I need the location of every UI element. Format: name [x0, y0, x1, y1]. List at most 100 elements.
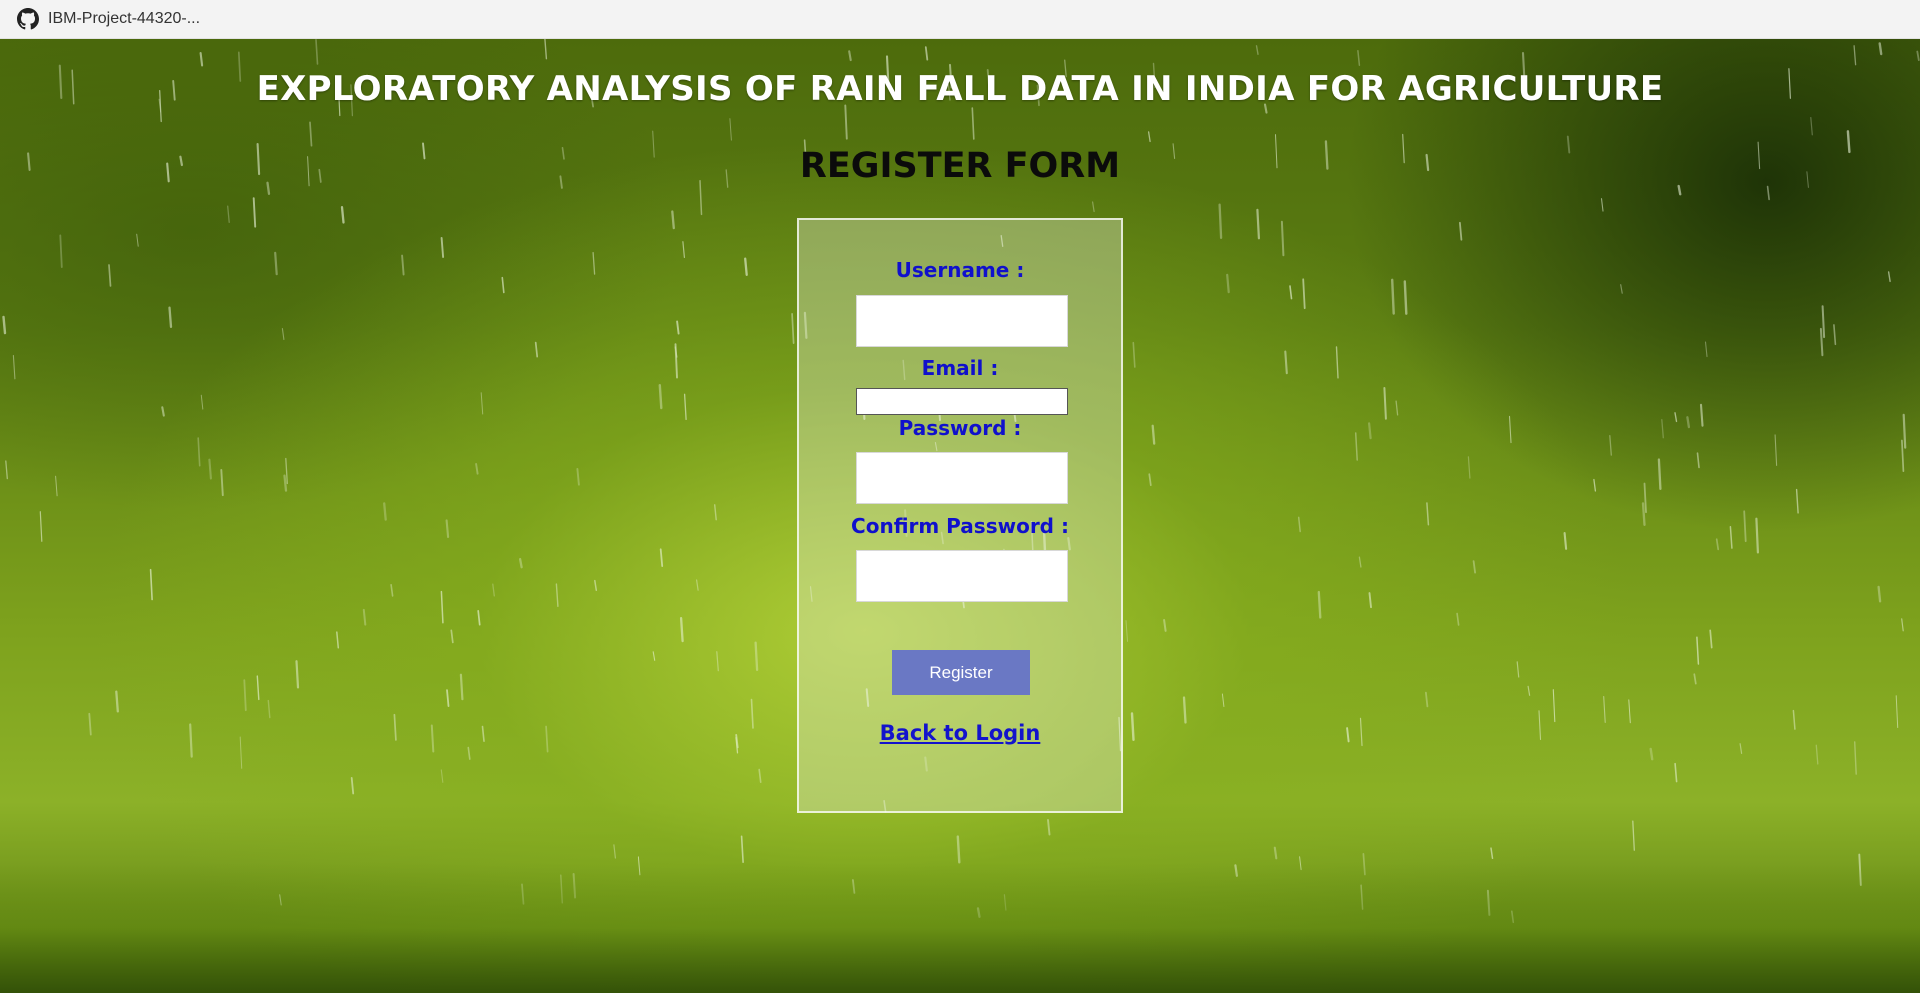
raindrop — [401, 254, 405, 276]
raindrop — [1657, 458, 1662, 490]
rain-background: EXPLORATORY ANALYSIS OF RAIN FALL DATA I… — [0, 39, 1920, 993]
raindrop — [971, 107, 975, 140]
raindrop — [1729, 525, 1733, 549]
raindrop — [1766, 185, 1770, 201]
raindrop — [1739, 743, 1743, 755]
confirm-password-input[interactable] — [856, 550, 1068, 602]
raindrop — [430, 724, 435, 753]
back-to-login-link[interactable]: Back to Login — [799, 721, 1121, 745]
raindrop — [1151, 424, 1156, 445]
raindrop — [1853, 45, 1857, 66]
raindrop — [227, 205, 230, 223]
raindrop — [1815, 744, 1819, 765]
raindrop — [281, 328, 285, 341]
raindrop — [390, 583, 394, 597]
raindrop — [1792, 709, 1796, 730]
raindrop — [791, 313, 795, 344]
raindrop — [1628, 699, 1631, 724]
raindrop — [1620, 284, 1623, 294]
password-input[interactable] — [856, 452, 1068, 504]
raindrop — [383, 502, 387, 521]
raindrop — [1674, 412, 1678, 423]
raindrop — [1317, 590, 1322, 619]
raindrop — [555, 583, 559, 607]
raindrop — [1147, 131, 1151, 143]
raindrop — [924, 46, 929, 61]
raindrop — [256, 675, 260, 701]
raindrop — [1661, 418, 1664, 439]
raindrop — [576, 468, 580, 486]
raindrop — [440, 769, 444, 783]
raindrop — [1289, 285, 1293, 300]
raindrop — [1819, 327, 1824, 357]
grass-foreground — [0, 863, 1920, 993]
raindrop — [1125, 620, 1128, 642]
raindrop — [1359, 717, 1363, 747]
raindrop — [518, 557, 523, 569]
raindrop — [350, 777, 355, 795]
raindrop — [592, 251, 596, 275]
raindrop — [1603, 695, 1606, 723]
raindrop — [475, 463, 479, 475]
raindrop — [1774, 434, 1778, 466]
raindrop — [1916, 50, 1920, 62]
raindrop — [1649, 747, 1654, 761]
raindrop — [1693, 673, 1697, 685]
raindrop — [679, 617, 684, 643]
raindrop — [108, 264, 112, 287]
raindrop — [1877, 585, 1882, 603]
raindrop — [480, 392, 484, 415]
tab-title[interactable]: IBM-Project-44320-... — [48, 10, 200, 28]
raindrop — [1593, 478, 1597, 492]
raindrop — [1743, 510, 1747, 543]
raindrop — [1821, 305, 1826, 339]
raindrop — [1600, 198, 1604, 212]
raindrop — [1552, 689, 1556, 723]
raindrop — [168, 306, 173, 329]
raindrop — [1182, 696, 1187, 724]
raindrop — [362, 608, 367, 626]
raindrop — [136, 233, 139, 247]
raindrop — [676, 320, 680, 335]
raindrop — [1403, 280, 1408, 315]
raindrop — [492, 583, 495, 597]
raindrop — [208, 458, 212, 480]
raindrop — [39, 511, 43, 542]
raindrop — [1538, 710, 1542, 741]
raindrop — [659, 548, 664, 567]
raindrop — [613, 844, 617, 859]
raindrop — [594, 579, 598, 592]
raindrop — [1459, 221, 1463, 241]
raindrop — [197, 437, 201, 467]
raindrop — [1901, 618, 1904, 632]
raindrop — [744, 257, 748, 276]
raindrop — [1335, 346, 1339, 379]
raindrop — [1696, 636, 1700, 665]
raindrop — [1280, 220, 1285, 257]
raindrop — [1226, 273, 1230, 294]
raindrop — [545, 725, 549, 753]
raindrop — [295, 660, 300, 689]
raindrop — [59, 234, 63, 269]
raindrop — [1148, 473, 1152, 487]
raindrop — [1563, 532, 1568, 550]
register-form-panel: Username : Email : Password : Confirm Pa… — [797, 218, 1123, 813]
raindrop — [1132, 341, 1136, 368]
email-input[interactable] — [856, 388, 1068, 415]
raindrop — [189, 723, 193, 758]
raindrop — [1895, 695, 1899, 728]
raindrop — [243, 679, 247, 712]
raindrop — [446, 689, 450, 707]
raindrop — [1643, 482, 1647, 514]
raindrop — [1878, 42, 1883, 56]
raindrop — [716, 651, 719, 672]
raindrop — [1632, 820, 1635, 851]
raindrop — [1425, 691, 1429, 708]
raindrop — [1516, 661, 1520, 678]
raindrop — [844, 104, 848, 140]
raindrop — [1715, 538, 1720, 551]
register-button[interactable]: Register — [892, 650, 1030, 695]
raindrop — [149, 568, 153, 601]
raindrop — [1795, 488, 1799, 514]
username-input[interactable] — [856, 295, 1068, 347]
